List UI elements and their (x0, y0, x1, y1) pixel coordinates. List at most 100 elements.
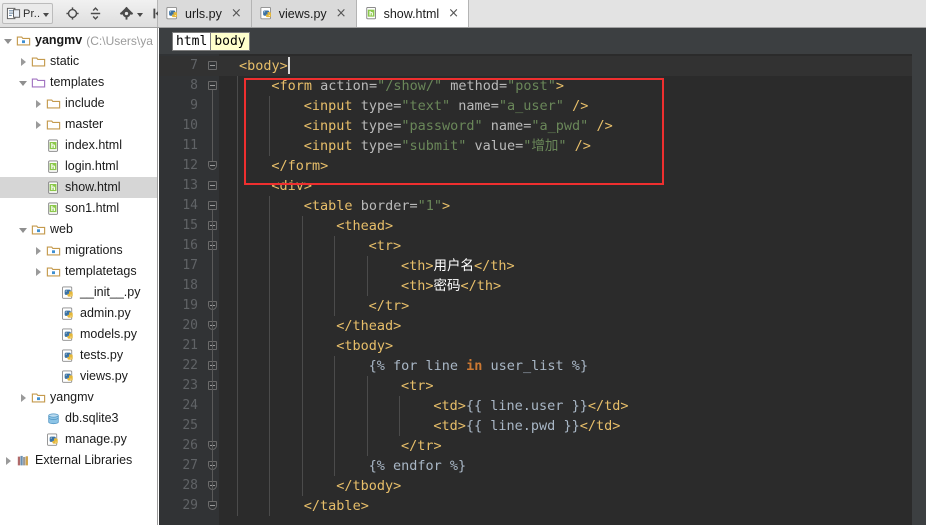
folder-module-icon (46, 265, 61, 279)
editor-tab-bar: urls.py × views.py × h show.html × (158, 0, 926, 27)
fold-marker[interactable] (208, 61, 217, 70)
code-token-tag: </table> (303, 498, 369, 514)
code-token-txt: {% endfor %} (368, 458, 467, 474)
vertical-scrollbar[interactable] (912, 54, 926, 525)
code-token-tag: <tbody> (336, 338, 394, 354)
tree-item-init-py[interactable]: __init__.py (0, 282, 157, 303)
line-number: 27 (182, 458, 198, 473)
code-token-tag: </tr> (401, 438, 442, 454)
close-icon[interactable]: × (336, 7, 347, 20)
close-icon[interactable]: × (231, 7, 242, 20)
code-token-val: "/show/" (377, 78, 443, 94)
code-text[interactable]: <body> <form action="/show/" method="post… (219, 54, 926, 525)
tab-label: show.html (383, 6, 440, 21)
chevron-right-icon[interactable] (33, 98, 44, 109)
tree-item-label: views.py (80, 369, 128, 384)
code-token-tag: <form (271, 78, 321, 94)
tree-item-label: External Libraries (35, 453, 133, 468)
chevron-right-icon[interactable] (18, 56, 29, 67)
code-token-tag: </td> (579, 418, 621, 434)
code-line: <th>密码</th> (401, 276, 501, 296)
tab-urls-py[interactable]: urls.py × (158, 0, 252, 27)
svg-text:h: h (51, 204, 56, 212)
chevron-down-icon[interactable] (18, 77, 29, 88)
project-view-button[interactable]: Pr.. (2, 3, 54, 24)
close-icon[interactable]: × (448, 7, 459, 20)
indent-guide (269, 196, 271, 516)
breadcrumb-item-body[interactable]: body (211, 31, 250, 51)
chevron-right-icon[interactable] (18, 392, 29, 403)
code-token-attr: method= (442, 78, 508, 94)
line-number: 26 (182, 438, 198, 453)
chevron-right-icon[interactable] (33, 245, 44, 256)
html-file-icon: h (46, 138, 61, 153)
fold-marker[interactable] (208, 181, 217, 190)
tree-item-admin-py[interactable]: admin.py (0, 303, 157, 324)
python-file-icon (260, 6, 274, 21)
line-number: 15 (182, 218, 198, 233)
collapse-all-button[interactable] (84, 3, 107, 24)
indent-guide (269, 96, 271, 156)
code-token-attr: name= (450, 98, 499, 114)
tree-item-index-html[interactable]: h index.html (0, 135, 157, 156)
tree-item-manage-py[interactable]: manage.py (0, 429, 157, 450)
tree-item-login-html[interactable]: h login.html (0, 156, 157, 177)
tree-item-templatetags[interactable]: templatetags (0, 261, 157, 282)
tree-item-models-py[interactable]: models.py (0, 324, 157, 345)
tree-item-son1-html[interactable]: h son1.html (0, 198, 157, 219)
tree-item-label: models.py (80, 327, 137, 342)
tree-item-label: tests.py (80, 348, 124, 363)
tree-item-web[interactable]: web (0, 219, 157, 240)
code-line: </table> (304, 496, 369, 516)
locate-file-button[interactable] (61, 3, 84, 24)
line-number: 12 (182, 158, 198, 173)
tree-item-label: manage.py (65, 432, 127, 447)
svg-text:h: h (51, 162, 56, 170)
code-area[interactable]: <body> <form action="/show/" method="post… (159, 54, 926, 525)
fold-marker[interactable] (208, 81, 217, 90)
line-number: 21 (182, 338, 198, 353)
chevron-down-icon[interactable] (3, 35, 14, 46)
tree-item-yangmv[interactable]: yangmv (0, 387, 157, 408)
breadcrumb-item-html[interactable]: html (172, 31, 212, 51)
tree-item-yangmv[interactable]: yangmv (C:\Users\ya (0, 30, 157, 51)
tree-item-migrations[interactable]: migrations (0, 240, 157, 261)
chevron-right-icon[interactable] (3, 455, 14, 466)
settings-button[interactable] (115, 3, 147, 24)
fold-connector (212, 210, 213, 501)
fold-marker[interactable] (208, 501, 217, 510)
chevron-right-icon[interactable] (33, 119, 44, 130)
fold-marker[interactable] (208, 201, 217, 210)
tree-item-templates[interactable]: templates (0, 72, 157, 93)
tree-item-include[interactable]: include (0, 93, 157, 114)
tree-item-external-libraries[interactable]: External Libraries (0, 450, 157, 471)
tree-item-db-sqlite3[interactable]: db.sqlite3 (0, 408, 157, 429)
tree-item-views-py[interactable]: views.py (0, 366, 157, 387)
project-tree[interactable]: yangmv (C:\Users\ya static templates include… (0, 28, 158, 525)
code-token-attr: action= (320, 78, 378, 94)
tab-show-html[interactable]: h show.html × (356, 0, 470, 27)
tab-views-py[interactable]: views.py × (251, 0, 357, 27)
chevron-down-icon[interactable] (18, 224, 29, 235)
html-file-icon: h (46, 159, 61, 174)
tree-item-master[interactable]: master (0, 114, 157, 135)
tree-item-label: web (50, 222, 73, 237)
tree-item-static[interactable]: static (0, 51, 157, 72)
indent-guide (399, 396, 400, 436)
fold-marker[interactable] (208, 161, 217, 170)
code-line: {% for line in user_list %} (369, 356, 588, 376)
tree-item-tests-py[interactable]: tests.py (0, 345, 157, 366)
code-token-attr: name= (482, 118, 532, 134)
code-line: <td>{{ line.pwd }}</td> (433, 416, 620, 436)
line-number: 29 (182, 498, 198, 513)
html-file-icon: h (365, 6, 379, 21)
collapse-all-icon (91, 7, 101, 20)
chevron-right-icon[interactable] (33, 266, 44, 277)
tree-item-show-html[interactable]: h show.html (0, 177, 157, 198)
code-line: <input type="submit" value="增加" /> (304, 136, 591, 156)
line-number: 28 (182, 478, 198, 493)
